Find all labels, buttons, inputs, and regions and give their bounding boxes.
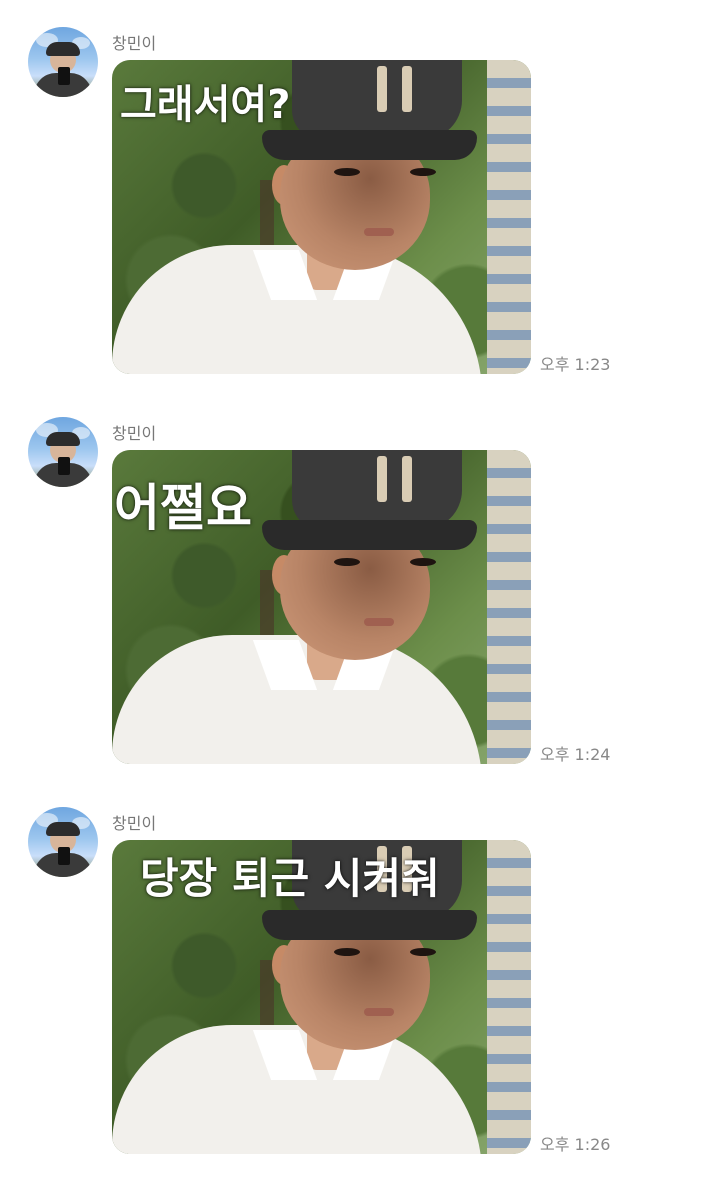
photo-message[interactable]: 그래서여?: [112, 60, 531, 374]
photo-message[interactable]: 당장 퇴근 시켜줘: [112, 840, 531, 1154]
message-item: 창민이 당장 퇴근 시켜줘 오후 1:26: [0, 780, 719, 1154]
sender-name: 창민이: [112, 814, 157, 833]
photo-caption: 그래서여?: [120, 82, 291, 128]
message-item: 창민이 그래서여? 오후 1:23: [0, 0, 719, 374]
message-item: 창민이 어쩔요 오후 1:24: [0, 390, 719, 764]
photo-caption: 어쩔요: [114, 479, 252, 537]
avatar[interactable]: [28, 807, 98, 877]
photo-caption: 당장 퇴근 시켜줘: [140, 854, 440, 903]
avatar[interactable]: [28, 27, 98, 97]
photo-message[interactable]: 어쩔요: [112, 450, 531, 764]
message-time: 오후 1:23: [540, 355, 611, 374]
sender-name: 창민이: [112, 424, 157, 443]
message-time: 오후 1:26: [540, 1135, 611, 1154]
sender-name: 창민이: [112, 34, 157, 53]
avatar[interactable]: [28, 417, 98, 487]
message-time: 오후 1:24: [540, 745, 611, 764]
